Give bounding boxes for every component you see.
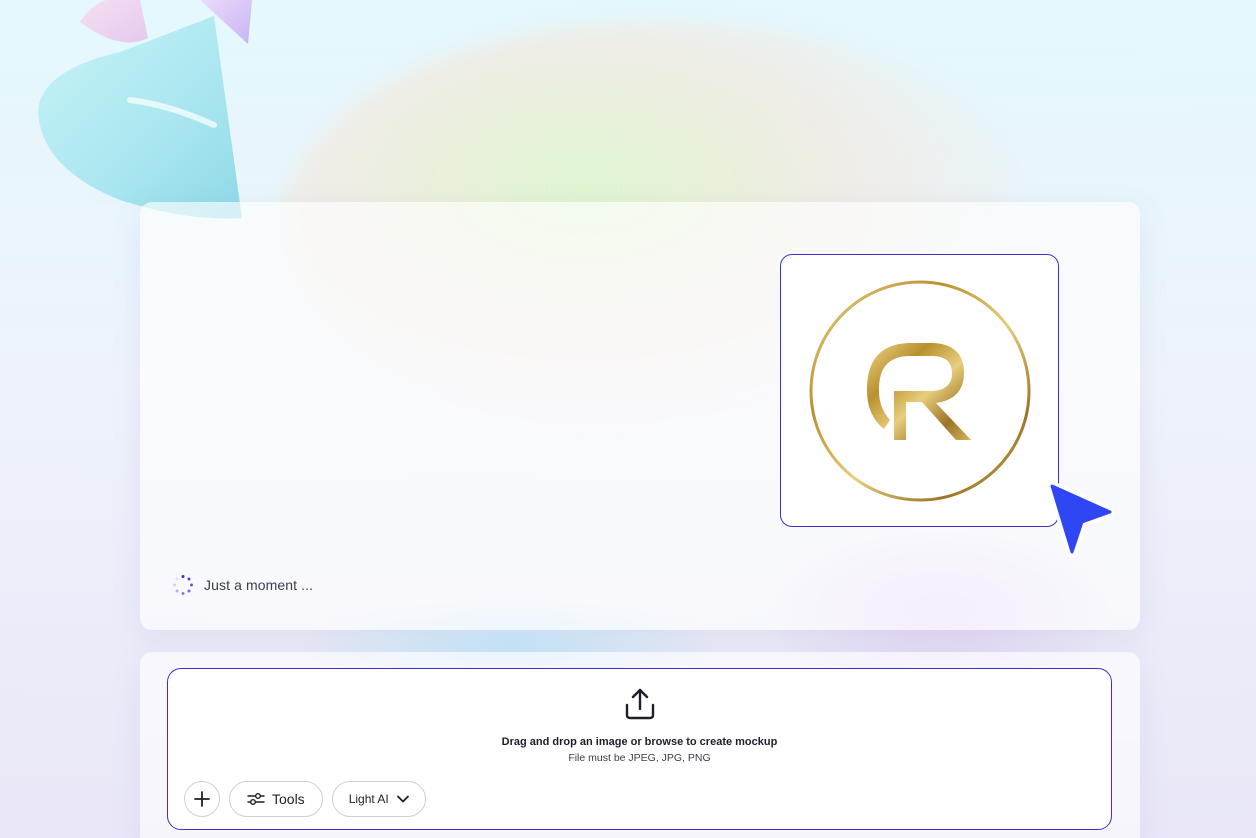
cursor-pointer-icon — [1047, 481, 1115, 557]
chevron-down-icon — [396, 795, 409, 803]
logo-preview[interactable] — [780, 254, 1059, 527]
loading-status: Just a moment ... — [172, 574, 313, 596]
image-dropzone[interactable]: Drag and drop an image or browse to crea… — [167, 668, 1112, 830]
model-select[interactable]: Light AI — [331, 781, 426, 817]
sliders-icon — [247, 793, 265, 805]
dropzone-subtitle: File must be JPEG, JPG, PNG — [568, 752, 711, 764]
tools-label: Tools — [272, 791, 305, 807]
decorative-shapes — [38, 0, 252, 219]
upload-icon — [625, 688, 655, 720]
loading-spinner-icon — [173, 575, 193, 595]
model-label: Light AI — [348, 792, 389, 806]
dropzone-title: Drag and drop an image or browse to crea… — [501, 736, 778, 748]
gold-r-logo — [809, 280, 1030, 501]
add-button[interactable] — [184, 781, 220, 817]
pink-shape — [80, 0, 148, 43]
plus-icon — [194, 791, 210, 807]
preview-card: Just a moment ... — [140, 202, 1140, 630]
prompt-controls: Tools Light AI — [184, 781, 426, 817]
tools-button[interactable]: Tools — [229, 781, 323, 817]
cone-shape — [38, 16, 242, 219]
status-text: Just a moment ... — [204, 577, 314, 593]
upload-panel: Drag and drop an image or browse to crea… — [140, 652, 1140, 838]
